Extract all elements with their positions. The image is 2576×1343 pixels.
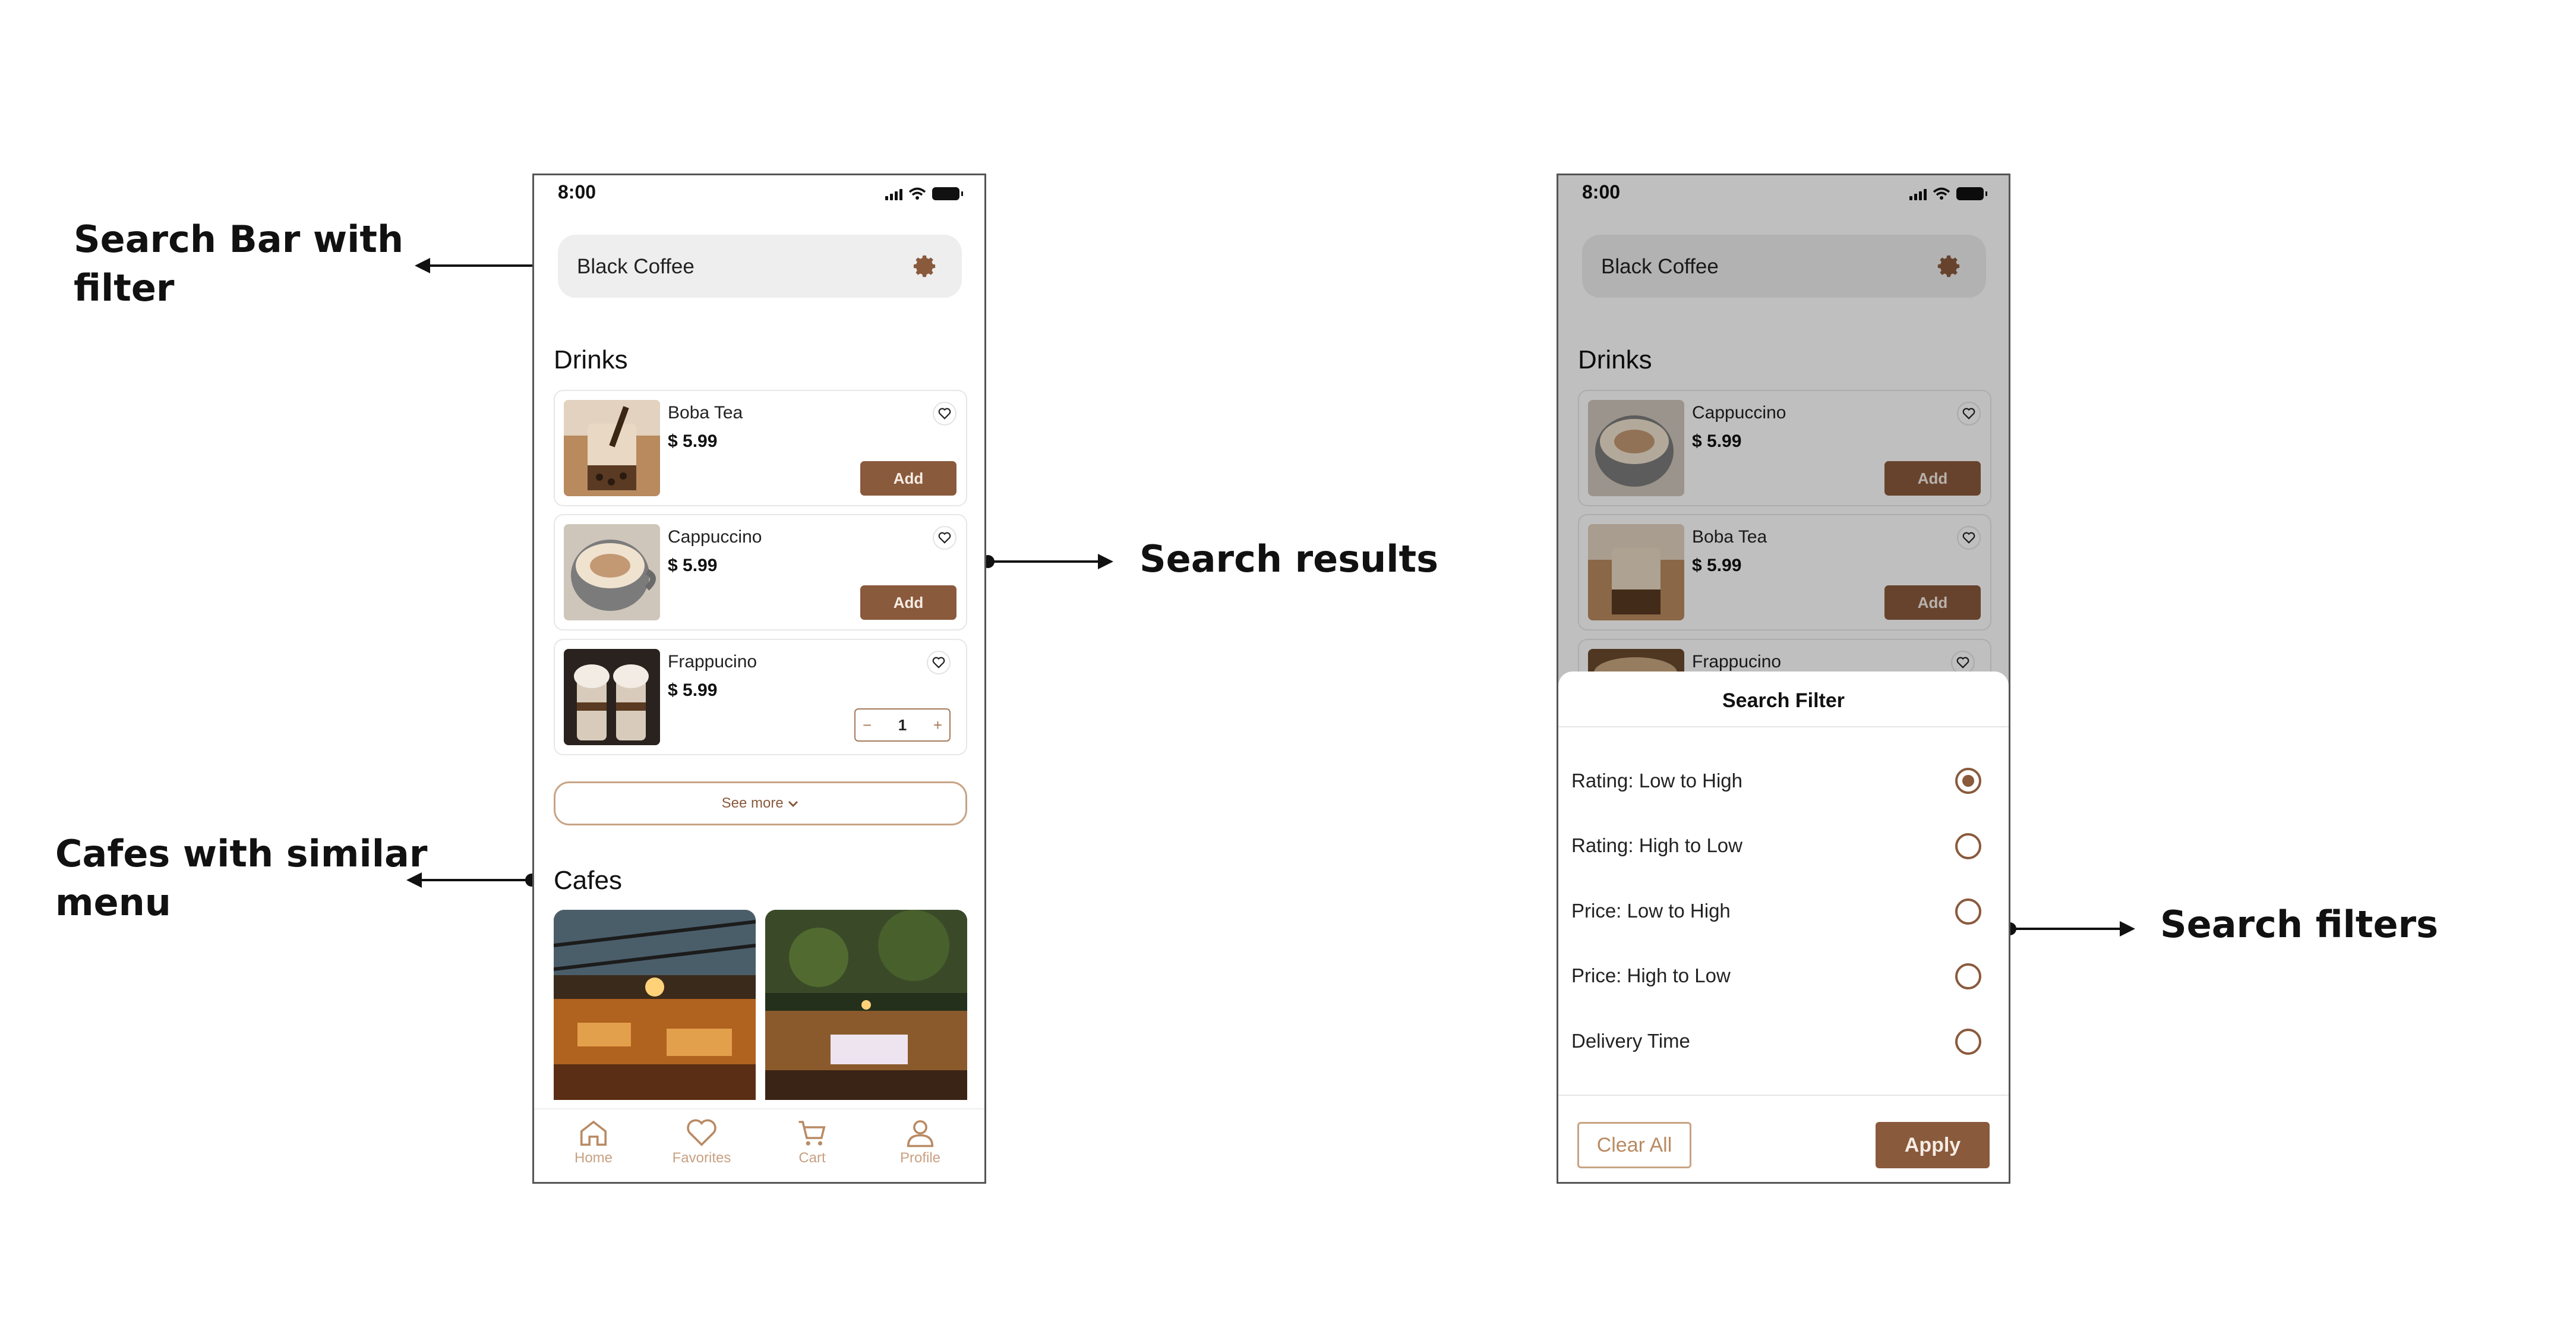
tab-home[interactable]: Home — [552, 1118, 635, 1167]
phone-filter-screen: 8:00 Black Coffee Drinks Cappuccino $ 5.… — [1557, 174, 2010, 1184]
tab-profile[interactable]: Profile — [879, 1118, 962, 1167]
search-bar[interactable]: Black Coffee — [558, 235, 962, 298]
arrow-search-filters — [2003, 921, 2135, 937]
clear-all-button[interactable]: Clear All — [1577, 1122, 1691, 1168]
quantity-stepper[interactable]: − 1 + — [854, 708, 951, 742]
annotation-cafes-similar: Cafes with similar menu — [55, 832, 428, 924]
drink-card[interactable]: Frappucino $ 5.99 − 1 + — [554, 639, 967, 755]
drink-card[interactable]: Boba Tea $ 5.99 Add — [554, 390, 967, 506]
tab-cart[interactable]: Cart — [771, 1118, 854, 1167]
chevron-down-icon — [788, 800, 798, 807]
heart-icon — [687, 1119, 716, 1146]
arrow-search-bar — [415, 258, 548, 273]
apply-button[interactable]: Apply — [1876, 1122, 1990, 1168]
bottom-tab-bar: Home Favorites Cart Profile — [534, 1108, 984, 1182]
signal-icon — [885, 189, 902, 200]
filter-option-label: Rating: High to Low — [1571, 834, 1742, 856]
home-icon — [580, 1120, 607, 1146]
filter-radio[interactable] — [1955, 963, 1981, 989]
favorite-heart-icon[interactable] — [933, 526, 956, 550]
arrow-search-results — [981, 554, 1113, 569]
filter-radio-selected[interactable] — [1955, 768, 1981, 794]
filter-title: Search Filter — [1722, 689, 1845, 712]
drink-image-frappucino — [564, 649, 660, 745]
quantity-value: 1 — [898, 715, 907, 734]
drink-price: $ 5.99 — [668, 556, 718, 575]
battery-icon — [932, 187, 963, 200]
favorite-heart-icon[interactable] — [933, 402, 956, 425]
cart-icon — [798, 1121, 826, 1146]
filter-option-label: Rating: Low to High — [1571, 770, 1742, 792]
section-title-cafes: Cafes — [554, 866, 622, 895]
annotation-search-filters: Search filters — [2160, 903, 2438, 946]
tab-label: Profile — [899, 1150, 941, 1166]
filter-radio[interactable] — [1955, 1029, 1981, 1055]
filter-option-label: Price: Low to High — [1571, 900, 1731, 922]
divider — [1558, 1095, 2009, 1096]
add-button[interactable]: Add — [860, 461, 956, 496]
decrement-button[interactable]: − — [863, 716, 872, 734]
tab-label: Home — [574, 1150, 613, 1166]
drink-image-cappuccino — [564, 524, 660, 620]
annotation-search-bar: Search Bar with filter — [74, 217, 404, 310]
drink-name: Boba Tea — [668, 403, 743, 423]
drink-card[interactable]: Cappuccino $ 5.99 Add — [554, 514, 967, 630]
see-more-label: See more — [721, 795, 784, 811]
search-input[interactable]: Black Coffee — [577, 255, 694, 279]
filter-sheet: Search Filter Rating: Low to High Rating… — [1558, 672, 2009, 1182]
annotation-search-results: Search results — [1139, 537, 1439, 581]
filter-option-label: Delivery Time — [1571, 1030, 1690, 1052]
drink-price: $ 5.99 — [668, 431, 718, 451]
tab-favorites[interactable]: Favorites — [660, 1118, 743, 1167]
phone-search-screen: 8:00 Black Coffee Drinks Boba Tea $ 5.99… — [532, 174, 986, 1184]
cafe-image[interactable] — [765, 910, 967, 1100]
filter-radio[interactable] — [1955, 833, 1981, 859]
tab-label: Favorites — [672, 1150, 731, 1166]
drink-name: Frappucino — [668, 652, 757, 672]
status-bar: 8:00 — [534, 175, 984, 211]
drink-name: Cappuccino — [668, 527, 762, 547]
wifi-icon — [908, 187, 926, 200]
add-button[interactable]: Add — [860, 585, 956, 620]
favorite-heart-icon[interactable] — [927, 651, 951, 674]
divider — [1558, 726, 2009, 727]
tab-label: Cart — [798, 1150, 826, 1166]
filter-option-label: Price: High to Low — [1571, 964, 1731, 986]
filter-gear-icon[interactable] — [912, 253, 938, 279]
status-time: 8:00 — [558, 181, 596, 203]
drink-price: $ 5.99 — [668, 680, 718, 700]
drink-image-boba — [564, 400, 660, 496]
section-title-drinks: Drinks — [554, 345, 628, 374]
cafe-image[interactable] — [554, 910, 756, 1100]
profile-icon — [907, 1120, 934, 1147]
filter-radio[interactable] — [1955, 899, 1981, 925]
see-more-button[interactable]: See more — [554, 781, 967, 825]
arrow-cafes — [406, 872, 538, 888]
increment-button[interactable]: + — [933, 716, 942, 734]
